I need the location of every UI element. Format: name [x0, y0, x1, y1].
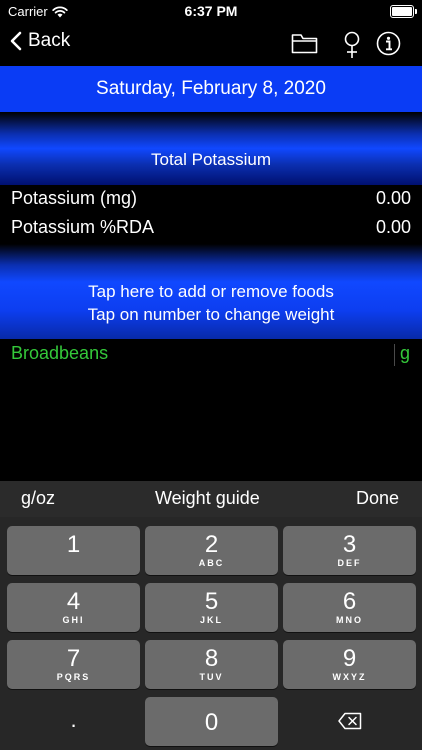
key-letters: JKL	[199, 615, 223, 625]
key-letters: TUV	[199, 672, 224, 682]
key-9[interactable]: 9 WXYZ	[283, 640, 416, 689]
total-header: Total Potassium	[0, 112, 422, 185]
done-button[interactable]: Done	[356, 488, 399, 509]
nutrient-label: Potassium %RDA	[11, 217, 155, 237]
key-letters: PQRS	[56, 672, 91, 682]
key-number: 2	[204, 531, 219, 558]
key-number: 6	[342, 588, 357, 615]
food-unit[interactable]: g	[400, 343, 410, 364]
decimal-label: .	[70, 707, 77, 732]
backspace-icon	[338, 712, 362, 730]
back-label: Back	[28, 30, 71, 51]
add-remove-foods-button[interactable]: Tap here to add or remove foods Tap on n…	[0, 244, 422, 339]
chevron-left-icon	[10, 31, 22, 51]
date-banner[interactable]: Saturday, February 8, 2020	[0, 66, 422, 112]
tap-instruction-add: Tap here to add or remove foods	[88, 282, 334, 301]
clock: 6:37 PM	[184, 3, 238, 19]
delete-key[interactable]	[283, 697, 416, 746]
battery-fill	[392, 7, 412, 16]
key-letters: WXYZ	[332, 672, 367, 682]
unit-toggle-button[interactable]: g/oz	[21, 488, 55, 509]
folder-icon[interactable]	[291, 33, 318, 54]
total-title: Total Potassium	[151, 149, 271, 169]
numeric-keyboard: g/oz Weight guide Done 1 2 ABC 3 DEF 4 G…	[0, 481, 422, 750]
status-bar: Carrier 6:37 PM	[0, 0, 422, 24]
back-button[interactable]: Back	[10, 30, 70, 52]
key-number: 4	[66, 588, 81, 615]
food-name: Broadbeans	[11, 343, 109, 363]
key-letters: DEF	[337, 558, 362, 568]
weight-input-cursor	[394, 344, 395, 366]
key-7[interactable]: 7 PQRS	[7, 640, 140, 689]
nutrient-label: Potassium (mg)	[11, 188, 138, 208]
food-row[interactable]: Broadbeans g	[0, 340, 422, 370]
key-letters: MNO	[336, 615, 363, 625]
tap-instruction-weight: Tap on number to change weight	[87, 305, 335, 324]
key-number: 9	[342, 645, 357, 672]
key-letters: GHI	[62, 615, 85, 625]
key-number: 1	[66, 531, 81, 558]
nutrient-value: 0.00	[375, 188, 411, 208]
keyboard-toolbar: g/oz Weight guide Done	[0, 481, 422, 517]
weight-guide-button[interactable]: Weight guide	[155, 488, 260, 509]
key-2[interactable]: 2 ABC	[145, 526, 278, 575]
key-letters: ABC	[198, 558, 225, 568]
nutrient-row-mg: Potassium (mg) 0.00	[0, 185, 422, 214]
female-icon[interactable]	[343, 31, 361, 59]
nutrient-row-rda: Potassium %RDA 0.00	[0, 214, 422, 243]
key-number: 5	[204, 588, 219, 615]
nutrient-value: 0.00	[375, 217, 411, 237]
key-1[interactable]: 1	[7, 526, 140, 575]
key-decimal[interactable]: .	[7, 697, 140, 746]
key-8[interactable]: 8 TUV	[145, 640, 278, 689]
key-4[interactable]: 4 GHI	[7, 583, 140, 632]
key-number: 3	[342, 531, 357, 558]
key-0[interactable]: 0	[145, 697, 278, 746]
key-3[interactable]: 3 DEF	[283, 526, 416, 575]
key-number: 7	[66, 645, 81, 672]
date-label: Saturday, February 8, 2020	[96, 78, 326, 99]
key-5[interactable]: 5 JKL	[145, 583, 278, 632]
nav-bar: Back	[0, 24, 422, 66]
battery-icon	[390, 5, 417, 18]
key-number: 0	[204, 709, 219, 736]
key-6[interactable]: 6 MNO	[283, 583, 416, 632]
key-number: 8	[204, 645, 219, 672]
info-icon[interactable]	[376, 31, 401, 56]
